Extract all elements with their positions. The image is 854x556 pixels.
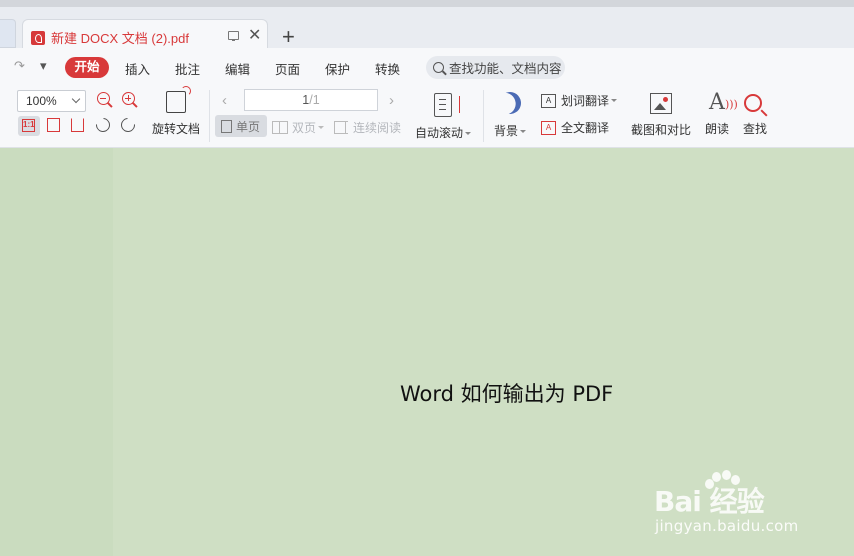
double-page-button[interactable]: 双页 [272,119,325,136]
auto-scroll-label: 自动滚动 [414,126,463,140]
menu-item-convert[interactable]: 转换 [375,59,400,78]
double-page-icon [272,121,288,134]
ribbon-divider [209,90,210,142]
find-icon [744,94,762,112]
page-number-input[interactable]: 1/1 [244,89,378,111]
single-page-label: 单页 [236,119,261,134]
screenshot-compare-label: 截图和对比 [630,123,691,137]
watermark-site: jingyan.baidu.com [655,517,799,535]
continuous-read-icon [334,121,348,134]
rotate-left-icon[interactable] [93,115,113,135]
rotate-right-icon[interactable] [118,115,138,135]
actual-size-button[interactable]: 1:1 [18,116,40,136]
background-button[interactable]: 背景 [490,88,530,139]
find-label: 查找 [742,122,767,136]
single-page-icon [221,119,232,133]
rotate-document-button[interactable]: 旋转文档 [150,86,202,137]
screenshot-compare-button[interactable]: 截图和对比 [628,88,694,138]
quick-access-dropdown-icon[interactable]: ▾ [40,58,47,74]
zoom-in-icon[interactable] [122,92,135,105]
zoom-out-icon[interactable] [97,92,110,105]
background-label: 背景 [493,124,518,138]
document-text: Word 如何输出为 PDF [400,382,614,406]
moon-icon [495,88,525,118]
tab-title: 新建 DOCX 文档 (2).pdf [51,31,189,46]
screenshot-icon [650,93,672,114]
full-translate-button[interactable]: A 全文翻译 [541,119,609,136]
menu-item-insert[interactable]: 插入 [125,59,150,78]
menu-item-page[interactable]: 页面 [275,59,300,78]
single-page-button[interactable]: 单页 [215,115,267,137]
chevron-down-icon [611,99,618,102]
search-icon [433,62,444,73]
continuous-read-label: 连续阅读 [353,121,402,135]
continuous-read-button[interactable]: 连续阅读 [334,119,401,136]
function-search-box[interactable]: 查找功能、文档内容 [426,56,565,79]
word-translate-button[interactable]: A 划词翻译 [541,92,618,109]
function-search-placeholder: 查找功能、文档内容 [449,62,562,76]
pdf-file-icon [31,30,45,45]
tab-bar: 新建 DOCX 文档 (2).pdf ✕ + [0,0,854,55]
menu-bar: ↷ ▾ 开始 插入 批注 编辑 页面 保护 转换 查找功能、文档内容 [0,48,854,86]
new-tab-button[interactable]: + [282,26,295,48]
total-pages: /1 [309,93,320,107]
auto-scroll-icon [434,93,460,117]
baidu-jingyan-watermark: Bai 经验 jingyan.baidu.com [652,470,812,540]
menu-item-start[interactable]: 开始 [65,57,109,78]
ribbon-divider [483,90,484,142]
watermark-logo: Bai 经验 [654,485,765,518]
read-aloud-label: 朗读 [704,122,729,136]
find-button[interactable]: 查找 [739,88,771,137]
chevron-down-icon [465,132,471,136]
fit-page-icon[interactable] [47,118,60,132]
previous-page-icon[interactable]: ‹ [222,92,227,109]
word-translate-label: 划词翻译 [561,94,610,108]
actual-size-icon: 1:1 [22,119,35,132]
fit-width-icon[interactable] [71,118,84,132]
document-margin [0,148,113,556]
word-translate-icon: A [541,93,556,108]
chevron-down-icon [520,130,526,134]
redo-icon[interactable]: ↷ [14,58,25,74]
rotate-document-label: 旋转文档 [151,122,200,136]
tab-close-button[interactable]: ✕ [248,26,261,46]
next-page-icon[interactable]: › [389,92,394,109]
full-translate-icon: A [541,120,556,135]
read-aloud-icon: A))) [709,90,738,115]
rotate-document-icon [166,86,191,113]
menu-item-annotate[interactable]: 批注 [175,59,200,78]
full-translate-label: 全文翻译 [561,121,610,135]
menu-item-protect[interactable]: 保护 [325,59,350,78]
ribbon-toolbar: 100% 1:1 旋转文档 ‹ 1/1 › 单页 双页 连续阅读 自动滚动 背景… [0,86,854,148]
menu-item-edit[interactable]: 编辑 [225,59,250,78]
zoom-select[interactable]: 100% [17,90,86,112]
chevron-down-icon [318,126,325,129]
float-window-icon[interactable] [228,31,239,41]
read-aloud-button[interactable]: A))) 朗读 [701,88,738,137]
tab-previous[interactable] [0,19,16,48]
double-page-label: 双页 [292,121,317,135]
auto-scroll-button[interactable]: 自动滚动 [413,88,473,141]
